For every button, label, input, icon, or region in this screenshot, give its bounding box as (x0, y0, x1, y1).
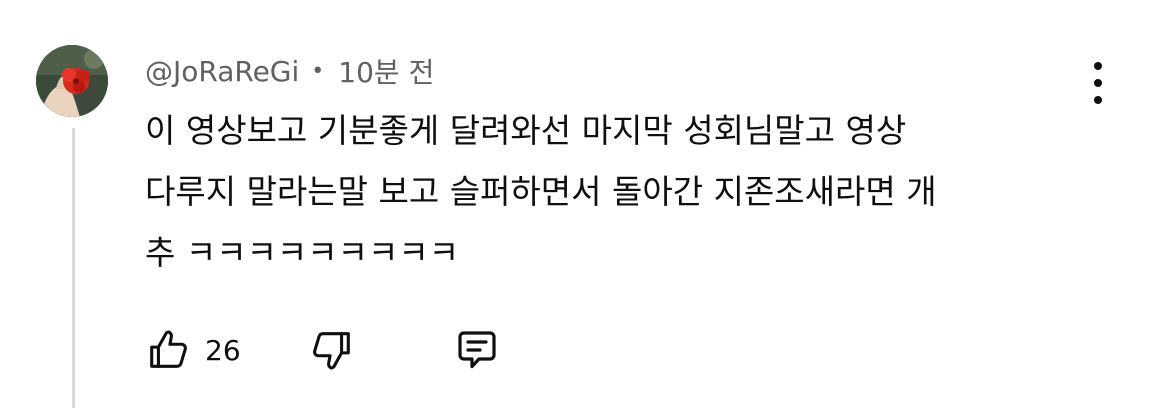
comment-header: @JoRaReGi • 10분 전 (145, 52, 434, 90)
like-count: 26 (205, 333, 241, 367)
more-options-button[interactable] (1080, 62, 1116, 104)
like-button[interactable] (145, 327, 191, 373)
avatar[interactable] (36, 45, 108, 117)
comment-timestamp: 10분 전 (338, 56, 435, 89)
comment-text-line: 다루지 말라는말 보고 슬퍼하면서 돌아간 지존조새라면 개 (145, 172, 937, 211)
comment-actions: 26 (145, 325, 501, 375)
reply-button[interactable] (453, 326, 501, 374)
separator-dot: • (311, 58, 325, 84)
comment-text-line: 이 영상보고 기분좋게 달려와선 마지막 성회님말고 영상 (145, 111, 907, 150)
avatar-image (36, 45, 108, 117)
comment-reply-icon (458, 331, 496, 369)
thumbs-down-icon (312, 332, 350, 370)
comment-text-line: 추 ㅋㅋㅋㅋㅋㅋㅋㅋㅋ (145, 233, 460, 272)
thread-line (72, 128, 75, 408)
author-name[interactable]: @JoRaReGi (145, 55, 299, 88)
comment-text: 이 영상보고 기분좋게 달려와선 마지막 성회님말고 영상 다루지 말라는말 보… (145, 100, 1075, 283)
more-vertical-icon-dot (1094, 62, 1102, 70)
more-vertical-icon-dot (1094, 96, 1102, 104)
thumbs-up-icon (150, 330, 187, 368)
more-vertical-icon-dot (1094, 79, 1102, 87)
dislike-button[interactable] (309, 327, 355, 373)
